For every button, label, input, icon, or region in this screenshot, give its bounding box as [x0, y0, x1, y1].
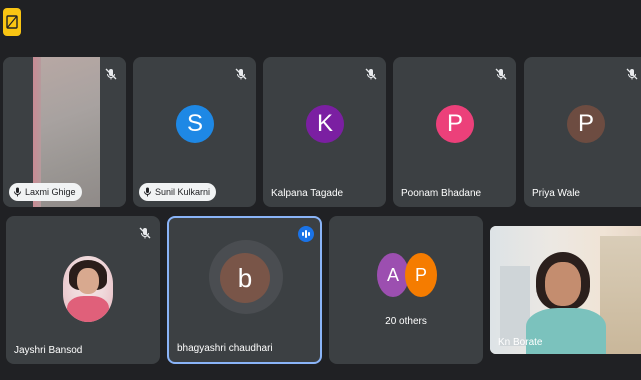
mic-off-icon: [105, 68, 117, 80]
avatar-initial: P: [577, 110, 594, 137]
avatar-initial: P: [446, 110, 463, 137]
participant-name: Jayshri Bansod: [14, 345, 83, 356]
photo-top: [67, 296, 109, 322]
avatar: P: [436, 105, 474, 143]
speaking-indicator-icon: [298, 226, 314, 242]
avatar-initial: S: [186, 110, 203, 137]
participant-name: Poonam Bhadane: [401, 188, 482, 199]
participant-tile-kn-borate[interactable]: Kn Borate: [490, 226, 641, 354]
app-menu-icon[interactable]: [3, 8, 21, 36]
participant-name: Sunil Kulkarni: [155, 187, 211, 197]
profile-photo: [63, 256, 113, 322]
others-tile[interactable]: A P 20 others: [329, 216, 483, 364]
participant-name: bhagyashri chaudhari: [177, 343, 273, 354]
mic-off-icon: [235, 68, 247, 80]
panel-icon: [6, 15, 18, 29]
participant-name-pill: Laxmi Ghige: [9, 183, 82, 201]
avatar-initial: P: [414, 264, 427, 285]
participant-name-pill: Sunil Kulkarni: [139, 183, 217, 201]
participant-tile-bhagyashri[interactable]: b bhagyashri chaudhari: [167, 216, 322, 364]
participant-tile-sunil[interactable]: S Sunil Kulkarni: [133, 57, 256, 207]
avatar: P: [567, 105, 605, 143]
participant-tile-jayshri[interactable]: Jayshri Bansod: [6, 216, 160, 364]
avatar-others-2: P: [405, 253, 437, 297]
avatar: b: [220, 253, 270, 303]
photo-face: [77, 268, 99, 294]
mic-off-icon: [495, 68, 507, 80]
avatar-initial: b: [237, 262, 253, 293]
avatar-initial: A: [386, 264, 399, 285]
mic-off-icon: [365, 68, 377, 80]
avatar-initial: K: [316, 110, 333, 137]
participant-tile-priya[interactable]: P Priya Wale: [524, 57, 641, 207]
participant-tile-kalpana[interactable]: K Kalpana Tagade: [263, 57, 386, 207]
participant-tile-poonam[interactable]: P Poonam Bhadane: [393, 57, 516, 207]
mic-off-icon: [139, 227, 151, 239]
mic-icon: [144, 187, 151, 197]
participant-name: Priya Wale: [532, 188, 580, 199]
participant-name: Kn Borate: [498, 337, 543, 348]
others-count: 20 others: [385, 316, 427, 327]
mic-off-icon: [626, 68, 638, 80]
participant-tile-laxmi[interactable]: Laxmi Ghige: [3, 57, 126, 207]
video-feed-cabinet: [600, 236, 641, 354]
participant-name: Laxmi Ghige: [25, 187, 76, 197]
participant-name: Kalpana Tagade: [271, 188, 344, 199]
mic-icon: [14, 187, 21, 197]
avatar: S: [176, 105, 214, 143]
video-feed-face: [545, 262, 581, 306]
avatar: K: [306, 105, 344, 143]
